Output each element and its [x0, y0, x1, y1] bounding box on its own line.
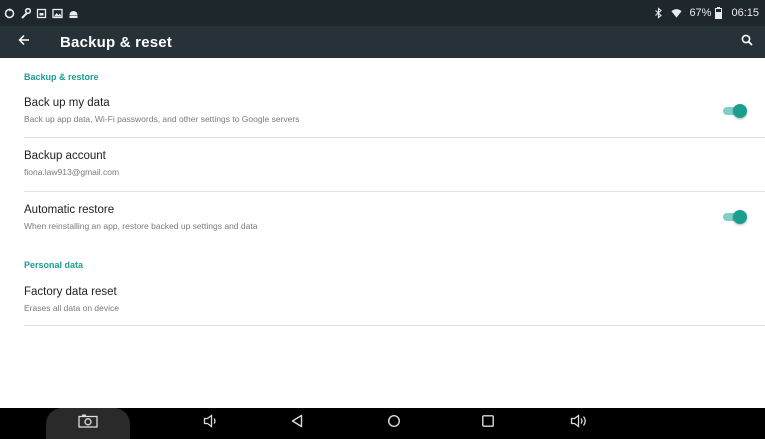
volume-up-icon [570, 414, 590, 433]
back-icon [290, 414, 304, 433]
recents-button[interactable] [466, 408, 510, 439]
setting-title: Automatic restore [24, 204, 115, 216]
setting-subtitle: When reinstalling an app, restore backed… [24, 221, 258, 231]
setting-automatic-restore[interactable]: Automatic restore When reinstalling an a… [0, 198, 765, 236]
sim-icon [36, 8, 47, 19]
volume-up-button[interactable] [558, 408, 602, 439]
back-up-my-data-switch[interactable] [721, 104, 747, 118]
setting-backup-account[interactable]: Backup account fiona.law913@gmail.com [0, 144, 765, 182]
volume-down-icon [203, 414, 219, 433]
app-bar: Backup & reset [0, 26, 765, 58]
notification-icons [4, 7, 79, 19]
arrow-back-icon [18, 33, 30, 51]
divider [24, 137, 765, 138]
section-header-personal-data: Personal data [24, 260, 84, 270]
battery-indicator: 67% [689, 7, 724, 19]
automatic-restore-switch[interactable] [721, 210, 747, 224]
setting-factory-data-reset[interactable]: Factory data reset Erases all data on de… [0, 280, 765, 318]
image-icon [52, 8, 63, 19]
volume-down-button[interactable] [189, 408, 233, 439]
home-icon [387, 414, 401, 433]
back-button[interactable] [4, 26, 44, 58]
search-button[interactable] [735, 30, 759, 54]
navigation-bar [0, 408, 765, 439]
switch-thumb [733, 104, 747, 118]
sync-icon [4, 7, 15, 19]
settings-list: Backup & restore Back up my data Back up… [0, 58, 765, 408]
bluetooth-icon [653, 7, 664, 19]
setting-subtitle: Erases all data on device [24, 303, 119, 313]
divider [24, 191, 765, 192]
divider [24, 325, 765, 326]
setting-title: Factory data reset [24, 286, 117, 298]
setting-title: Backup account [24, 150, 106, 162]
setting-subtitle: fiona.law913@gmail.com [24, 167, 120, 177]
screenshot-button[interactable] [46, 408, 130, 439]
setting-title: Back up my data [24, 97, 110, 109]
wrench-icon [20, 7, 31, 19]
clock: 06:15 [731, 7, 759, 19]
status-indicators: 67% 06:15 [653, 7, 759, 19]
section-header-backup-restore: Backup & restore [24, 72, 99, 82]
screenshot-icon [78, 414, 98, 433]
wifi-icon [671, 7, 682, 19]
battery-percent: 67% [689, 7, 712, 19]
android-icon [68, 8, 79, 19]
status-bar: 67% 06:15 [0, 0, 765, 26]
page-title: Backup & reset [60, 33, 173, 51]
switch-thumb [733, 210, 747, 224]
setting-subtitle: Back up app data, Wi-Fi passwords, and o… [24, 114, 300, 124]
search-icon [741, 33, 753, 51]
setting-back-up-my-data[interactable]: Back up my data Back up app data, Wi-Fi … [0, 91, 765, 129]
back-nav-button[interactable] [275, 408, 319, 439]
home-button[interactable] [372, 408, 416, 439]
recents-icon [481, 414, 495, 433]
battery-icon [713, 7, 724, 19]
